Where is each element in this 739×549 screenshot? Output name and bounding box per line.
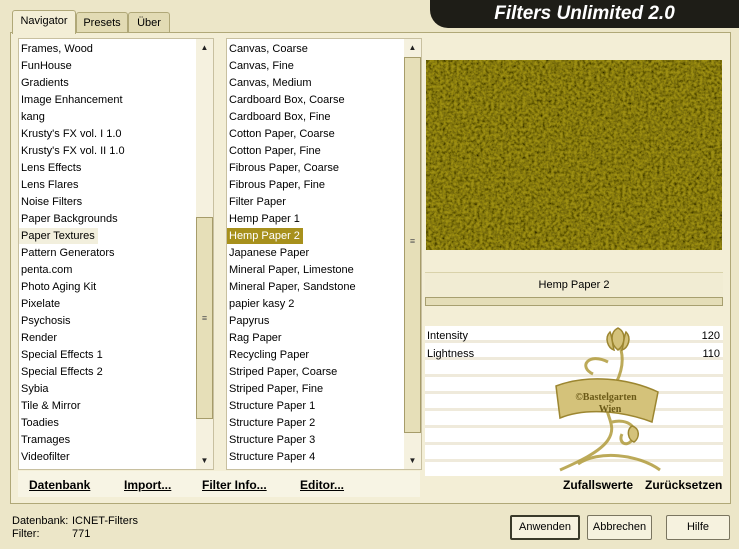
filter-item[interactable]: Striped Paper, Fine [227, 381, 326, 397]
category-item[interactable]: Lens Flares [19, 177, 81, 193]
filter-item[interactable]: Striped Paper, Coarse [227, 364, 340, 380]
scroll-up-icon[interactable]: ▲ [404, 39, 421, 56]
tab-uber[interactable]: Über [128, 12, 170, 33]
filter-item[interactable]: Japanese Paper [227, 245, 312, 261]
param-intensity-value[interactable]: 120 [690, 330, 720, 342]
scroll-thumb[interactable]: ≡ [196, 217, 213, 419]
category-item[interactable]: Lens Effects [19, 160, 84, 176]
category-item[interactable]: Image Enhancement [19, 92, 126, 108]
filter-item[interactable]: Canvas, Medium [227, 75, 315, 91]
category-item[interactable]: FunHouse [19, 58, 75, 74]
preview-image [426, 60, 722, 250]
scroll-thumb[interactable]: ≡ [404, 57, 421, 433]
status-filter-label: Filter: [12, 528, 40, 540]
separator-bar [425, 297, 723, 306]
filter-item[interactable]: Cotton Paper, Coarse [227, 126, 338, 142]
category-item[interactable]: Videofilter [19, 449, 73, 465]
category-item[interactable]: Photo Aging Kit [19, 279, 99, 295]
filter-item[interactable]: Hemp Paper 2 [227, 228, 303, 244]
category-item[interactable]: Noise Filters [19, 194, 85, 210]
apply-button[interactable]: Anwenden [510, 515, 580, 540]
filter-item[interactable]: Structure Paper 2 [227, 415, 318, 431]
filter-item[interactable]: Filter Paper [227, 194, 289, 210]
category-item[interactable]: Frames, Wood [19, 41, 96, 57]
filter-item[interactable]: Cardboard Box, Coarse [227, 92, 348, 108]
status-datenbank-label: Datenbank: [12, 515, 69, 527]
category-item[interactable]: Tramages [19, 432, 73, 448]
filter-item[interactable]: Cotton Paper, Fine [227, 143, 324, 159]
help-button[interactable]: Hilfe [666, 515, 730, 540]
category-item[interactable]: Krusty's FX vol. II 1.0 [19, 143, 128, 159]
param-lightness-label: Lightness [427, 348, 475, 360]
category-item[interactable]: penta.com [19, 262, 75, 278]
category-item[interactable]: Toadies [19, 415, 62, 431]
param-lightness-value[interactable]: 110 [690, 348, 720, 360]
tab-navigator[interactable]: Navigator [12, 10, 76, 34]
filter-item[interactable]: Rag Paper [227, 330, 285, 346]
category-item[interactable]: Render [19, 330, 60, 346]
watermark-line-1: ©Bastelgarten [575, 392, 637, 403]
filter-item[interactable]: Cardboard Box, Fine [227, 109, 334, 125]
category-item[interactable]: Paper Textures [19, 228, 98, 244]
filter-info-button[interactable]: Filter Info... [202, 478, 267, 492]
watermark-line-2: Wien [599, 404, 622, 415]
zuruecksetzen-button[interactable]: Zurücksetzen [645, 478, 722, 492]
zufallswerte-button[interactable]: Zufallswerte [563, 478, 633, 492]
filter-item[interactable]: Recycling Paper [227, 347, 312, 363]
app-title: Filters Unlimited 2.0 [494, 3, 675, 24]
category-item[interactable]: Pixelate [19, 296, 63, 312]
category-item[interactable]: Special Effects 1 [19, 347, 106, 363]
filter-item[interactable]: Canvas, Fine [227, 58, 297, 74]
filter-list[interactable]: Canvas, Coarse Canvas, Fine Canvas, Medium… [226, 38, 422, 470]
scroll-down-icon[interactable]: ▼ [196, 452, 213, 469]
param-intensity-label: Intensity [427, 330, 468, 342]
category-item[interactable]: Krusty's FX vol. I 1.0 [19, 126, 125, 142]
filter-item[interactable]: papier kasy 2 [227, 296, 297, 312]
tab-presets[interactable]: Presets [76, 12, 128, 33]
category-item[interactable]: Special Effects 2 [19, 364, 106, 380]
category-item[interactable]: kang [19, 109, 48, 125]
category-item[interactable]: Pattern Generators [19, 245, 118, 261]
watermark-logo: ©Bastelgarten Wien [555, 327, 661, 472]
filter-item[interactable]: Mineral Paper, Limestone [227, 262, 357, 278]
filter-item[interactable]: Canvas, Coarse [227, 41, 311, 57]
filter-item[interactable]: Structure Paper 1 [227, 398, 318, 414]
title-banner: Filters Unlimited 2.0 [430, 0, 739, 28]
category-item[interactable]: Gradients [19, 75, 72, 91]
filter-item[interactable]: Fibrous Paper, Fine [227, 177, 328, 193]
scroll-up-icon[interactable]: ▲ [196, 39, 213, 56]
filter-scrollbar[interactable]: ▲ ≡ ▼ [404, 39, 421, 469]
filter-item[interactable]: Hemp Paper 1 [227, 211, 303, 227]
datenbank-button[interactable]: Datenbank [29, 478, 90, 492]
status-filter-value: 771 [72, 528, 91, 540]
editor-button[interactable]: Editor... [300, 478, 344, 492]
cancel-button[interactable]: Abbrechen [587, 515, 652, 540]
category-item[interactable]: Psychosis [19, 313, 74, 329]
filter-item[interactable]: Structure Paper 3 [227, 432, 318, 448]
import-button[interactable]: Import... [124, 478, 171, 492]
filter-item[interactable]: Fibrous Paper, Coarse [227, 160, 342, 176]
category-list[interactable]: Frames, Wood FunHouse Gradients Image Enhan… [18, 38, 214, 470]
filter-name-box: Hemp Paper 2 [425, 272, 723, 297]
filter-item[interactable]: Structure Paper 4 [227, 449, 318, 465]
filter-item[interactable]: Mineral Paper, Sandstone [227, 279, 359, 295]
scroll-down-icon[interactable]: ▼ [404, 452, 421, 469]
category-item[interactable]: Sybia [19, 381, 52, 397]
category-item[interactable]: Paper Backgrounds [19, 211, 121, 227]
category-scrollbar[interactable]: ▲ ≡ ▼ [196, 39, 213, 469]
status-datenbank-value: ICNET-Filters [72, 515, 138, 527]
category-item[interactable]: Tile & Mirror [19, 398, 83, 414]
filter-item[interactable]: Papyrus [227, 313, 272, 329]
